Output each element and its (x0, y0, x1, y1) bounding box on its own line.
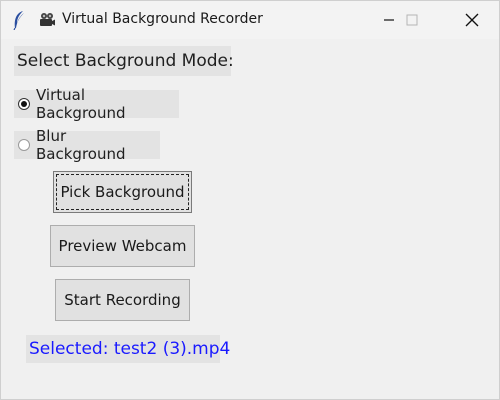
focus-ring (56, 174, 189, 210)
start-recording-button[interactable]: Start Recording (55, 279, 190, 321)
radio-unselected-icon[interactable] (18, 139, 30, 151)
start-recording-label: Start Recording (64, 291, 181, 309)
pick-background-button[interactable]: Pick Background (53, 171, 192, 213)
radio-blur-background[interactable]: Blur Background (14, 127, 160, 163)
mode-heading: Select Background Mode: (14, 46, 234, 76)
radio-label: Blur Background (36, 127, 126, 163)
radio-selected-icon[interactable] (18, 98, 30, 110)
maximize-icon (406, 14, 418, 26)
app-window: Virtual Background Recorder Select Backg… (0, 0, 500, 400)
window-title: Virtual Background Recorder (62, 11, 263, 27)
feather-icon (13, 11, 24, 30)
close-icon (465, 13, 479, 27)
close-button[interactable] (449, 1, 495, 39)
video-camera-icon (40, 13, 55, 26)
radio-virtual-background[interactable]: Virtual Background (14, 86, 179, 122)
maximize-button[interactable] (389, 1, 435, 39)
title-bar[interactable]: Virtual Background Recorder (1, 1, 499, 39)
preview-webcam-label: Preview Webcam (58, 237, 187, 255)
radio-label: Virtual Background (36, 86, 126, 122)
selected-file-status: Selected: test2 (3).mp4 (26, 335, 230, 363)
preview-webcam-button[interactable]: Preview Webcam (50, 225, 195, 267)
